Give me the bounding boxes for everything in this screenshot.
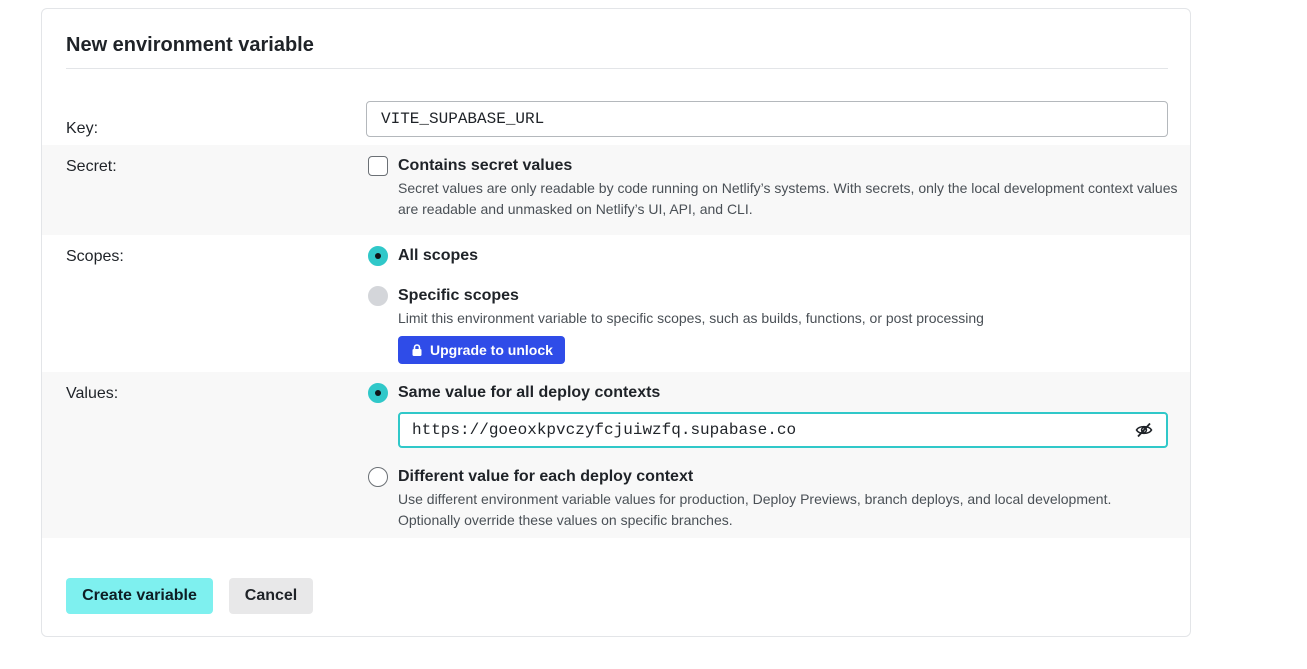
create-variable-button[interactable]: Create variable	[66, 578, 213, 614]
all-scopes-label[interactable]: All scopes	[398, 247, 478, 265]
upgrade-button-label: Upgrade to unlock	[430, 342, 553, 358]
cancel-button[interactable]: Cancel	[229, 578, 313, 614]
secret-checkbox-label[interactable]: Contains secret values	[398, 157, 572, 175]
value-input-text: https://goeoxkpvczyfcjuiwzfq.supabase.co	[412, 421, 797, 439]
different-value-description: Use different environment variable value…	[398, 491, 1112, 528]
same-value-label[interactable]: Same value for all deploy contexts	[398, 384, 660, 402]
key-input-value: VITE_SUPABASE_URL	[381, 110, 545, 128]
specific-scopes-radio	[368, 286, 388, 306]
secret-checkbox[interactable]	[368, 156, 388, 176]
lock-icon	[412, 344, 422, 356]
same-value-radio[interactable]	[368, 383, 388, 403]
form-title: New environment variable	[66, 34, 314, 56]
scopes-row: Scopes: All scopes Specific scopes Limit…	[42, 235, 1190, 372]
all-scopes-radio[interactable]	[368, 246, 388, 266]
key-label: Key:	[66, 120, 99, 137]
key-row: Key: VITE_SUPABASE_URL	[42, 95, 1190, 145]
secret-row: Secret: Contains secret values Secret va…	[42, 145, 1190, 235]
different-value-radio[interactable]	[368, 467, 388, 487]
secret-label: Secret:	[66, 158, 117, 175]
value-input[interactable]: https://goeoxkpvczyfcjuiwzfq.supabase.co	[398, 412, 1168, 448]
eye-slash-icon[interactable]	[1134, 420, 1154, 440]
upgrade-button[interactable]: Upgrade to unlock	[398, 336, 565, 364]
values-row: Values: Same value for all deploy contex…	[42, 372, 1190, 538]
key-input[interactable]: VITE_SUPABASE_URL	[366, 101, 1168, 137]
specific-scopes-label: Specific scopes	[398, 287, 519, 304]
different-value-label[interactable]: Different value for each deploy context	[398, 468, 693, 486]
scopes-label: Scopes:	[66, 248, 124, 265]
title-divider	[66, 68, 1168, 69]
values-label: Values:	[66, 385, 119, 402]
env-var-form: New environment variable Key: VITE_SUPAB…	[41, 8, 1191, 637]
secret-description: Secret values are only readable by code …	[398, 180, 1178, 217]
specific-scopes-description: Limit this environment variable to speci…	[398, 310, 984, 326]
